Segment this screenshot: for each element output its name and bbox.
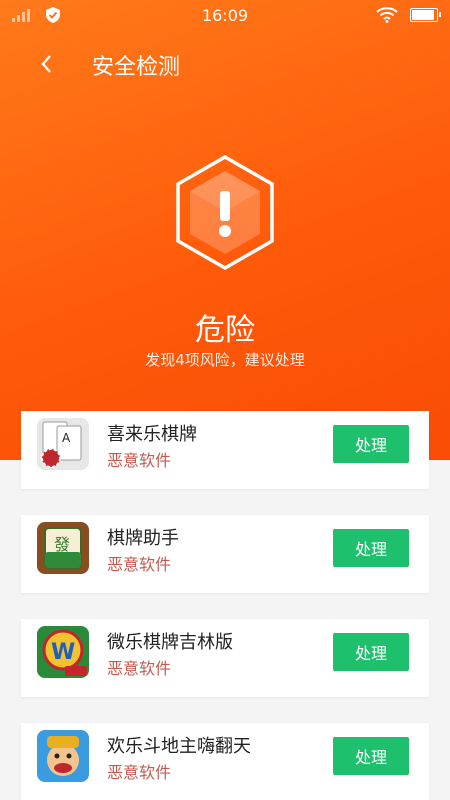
app-name: 欢乐斗地主嗨翻天: [107, 736, 251, 757]
list-item: 發 棋牌助手 恶意软件 处理: [21, 515, 429, 593]
list-item: A 喜来乐棋牌 恶意软件 处理: [21, 411, 429, 489]
page-title: 安全检测: [92, 55, 181, 80]
handle-button[interactable]: 处理: [333, 529, 409, 567]
app-risk-tag: 恶意软件: [107, 451, 172, 470]
back-button[interactable]: [28, 46, 64, 82]
app-name: 微乐棋牌吉林版: [107, 632, 233, 653]
risk-level: 危险: [195, 313, 255, 348]
weile-icon: W: [37, 626, 89, 678]
app-name: 棋牌助手: [107, 528, 179, 549]
risk-summary: 发现4项风险，建议处理: [145, 351, 305, 369]
handle-button[interactable]: 处理: [333, 737, 409, 775]
status-bar: 16:09: [0, 0, 450, 30]
app-risk-tag: 恶意软件: [107, 763, 172, 782]
svg-text:發: 發: [54, 535, 70, 554]
doudizhu-icon: [37, 730, 89, 782]
danger-warning-icon: [176, 155, 274, 270]
svg-text:W: W: [51, 640, 75, 665]
app-risk-tag: 恶意软件: [107, 659, 172, 678]
nav-bar: 安全检测: [0, 40, 450, 90]
chevron-left-icon: [41, 55, 51, 73]
wifi-icon: [376, 7, 398, 23]
list-item: W 微乐棋牌吉林版 恶意软件 处理: [21, 619, 429, 697]
mahjong-icon: 發: [37, 522, 89, 574]
app-name: 喜来乐棋牌: [107, 424, 197, 445]
handle-button[interactable]: 处理: [333, 425, 409, 463]
list-item: 欢乐斗地主嗨翻天 恶意软件 处理: [21, 723, 429, 800]
svg-text:A: A: [62, 431, 71, 445]
malware-list: A 喜来乐棋牌 恶意软件 处理 發 棋牌助手 恶意软件 处理 W 微乐棋牌吉林版…: [21, 411, 429, 800]
cards-icon: A: [37, 418, 89, 470]
handle-button[interactable]: 处理: [333, 633, 409, 671]
battery-icon: [410, 8, 441, 22]
app-risk-tag: 恶意软件: [107, 555, 172, 574]
